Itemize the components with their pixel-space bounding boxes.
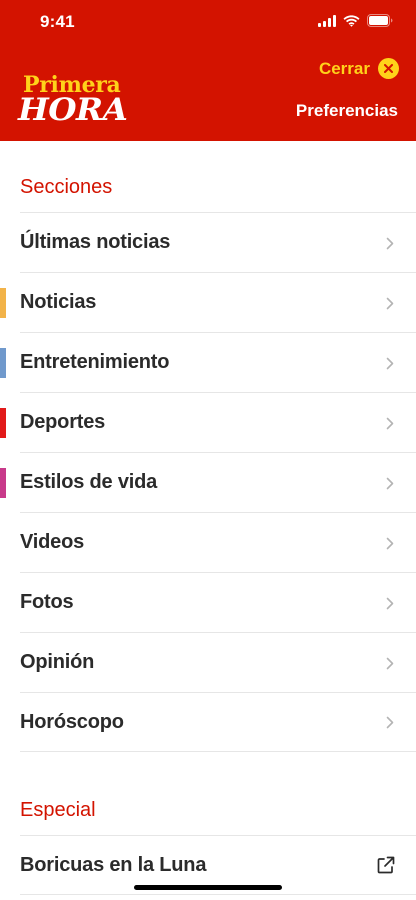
chevron-right-icon (386, 477, 394, 489)
chevron-right-icon (386, 417, 394, 429)
section-title-secciones: Secciones (20, 176, 113, 198)
section-item-noticias[interactable]: Noticias (0, 272, 416, 332)
section-item-label: Estilos de vida (20, 471, 158, 493)
close-icon (378, 58, 399, 79)
status-icons (318, 14, 394, 27)
app-header: 9:41 Primera HORA Cerrar Preferencias (0, 0, 416, 141)
section-item-entretenimiento[interactable]: Entretenimiento (0, 332, 416, 392)
section-item-label: Videos (20, 531, 85, 553)
section-item-horoscopo[interactable]: Horóscopo (20, 692, 416, 752)
section-item-label: Opinión (20, 651, 95, 673)
close-label: Cerrar (318, 58, 370, 78)
home-indicator[interactable] (134, 885, 282, 890)
chevron-right-icon (386, 657, 394, 669)
category-color-bar (0, 348, 6, 378)
section-item-fotos[interactable]: Fotos (20, 572, 416, 632)
preferences-link[interactable]: Preferencias (296, 101, 398, 121)
section-item-opinion[interactable]: Opinión (20, 632, 416, 692)
sections-list: Últimas noticias Noticias Entretenimient… (0, 212, 416, 752)
section-item-deportes[interactable]: Deportes (0, 392, 416, 452)
section-title-especial: Especial (20, 799, 96, 821)
special-item-label: Boricuas en la Luna (20, 853, 207, 876)
category-color-bar (0, 408, 6, 438)
primera-hora-logo[interactable]: Primera HORA (18, 74, 128, 126)
chevron-right-icon (386, 597, 394, 609)
section-item-label: Noticias (20, 291, 97, 313)
logo-bottom-text: HORA (18, 92, 128, 128)
section-item-label: Horóscopo (20, 710, 124, 733)
close-button[interactable]: Cerrar (319, 58, 399, 79)
chevron-right-icon (386, 537, 394, 549)
chevron-right-icon (386, 237, 394, 249)
section-item-videos[interactable]: Videos (20, 512, 416, 572)
chevron-right-icon (386, 357, 394, 369)
category-color-bar (0, 288, 6, 318)
status-time: 9:41 (40, 12, 75, 31)
section-item-label: Deportes (20, 411, 106, 433)
chevron-right-icon (386, 716, 394, 729)
wifi-icon (343, 14, 360, 27)
battery-icon (367, 14, 393, 27)
cellular-signal-icon (318, 14, 336, 27)
external-link-icon (377, 856, 395, 874)
section-item-label: Fotos (20, 591, 74, 613)
chevron-right-icon (386, 297, 394, 309)
section-item-estilos-de-vida[interactable]: Estilos de vida (0, 452, 416, 512)
section-item-label: Últimas noticias (20, 231, 171, 253)
section-item-label: Entretenimiento (20, 351, 170, 373)
category-color-bar (0, 468, 6, 498)
section-item-ultimas-noticias[interactable]: Últimas noticias (20, 212, 416, 272)
